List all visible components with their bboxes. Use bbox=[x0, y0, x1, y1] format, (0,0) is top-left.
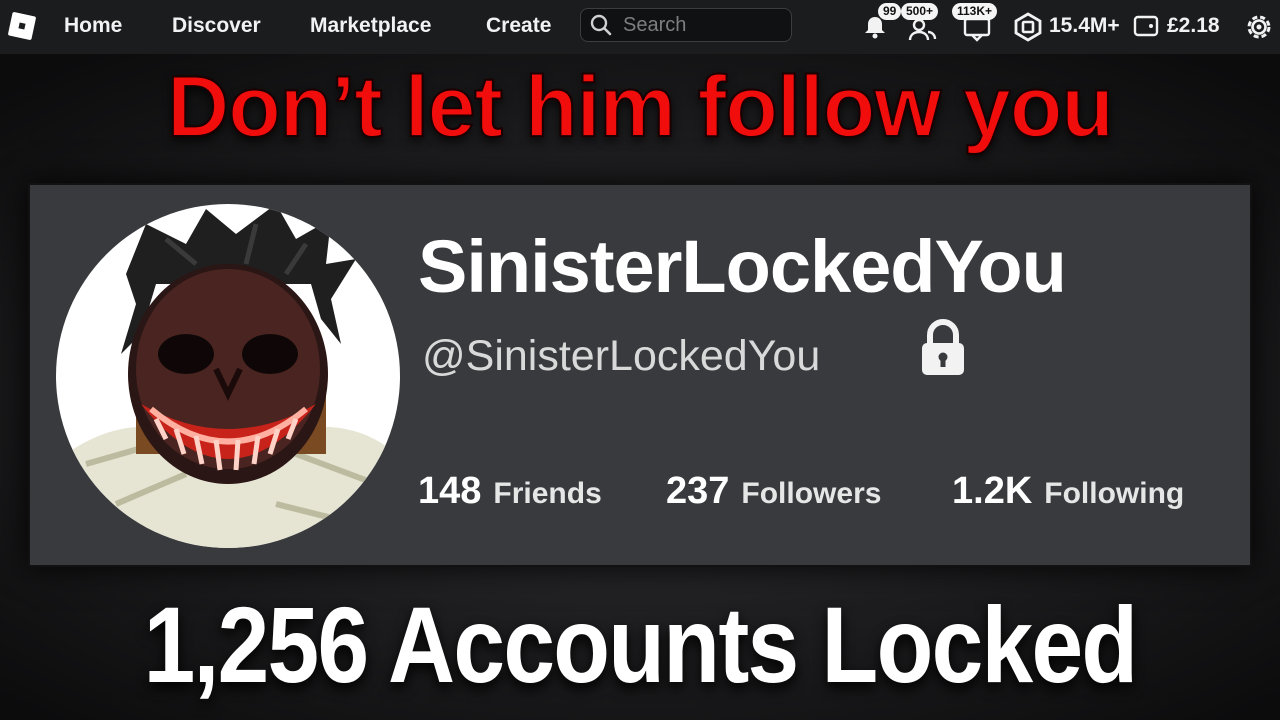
stat-friends-label: Friends bbox=[493, 477, 602, 510]
nav-create[interactable]: Create bbox=[486, 14, 551, 38]
profile-display-name: SinisterLockedYou bbox=[418, 225, 1067, 308]
search-input[interactable] bbox=[621, 12, 785, 38]
stat-followers[interactable]: 237 Followers bbox=[666, 470, 881, 513]
stat-friends-value: 148 bbox=[418, 470, 482, 512]
stat-following[interactable]: 1.2K Following bbox=[952, 470, 1184, 513]
avatar[interactable] bbox=[56, 204, 400, 548]
top-navbar: Home Discover Marketplace Create 99 500+… bbox=[0, 0, 1280, 54]
robux-amount[interactable]: 15.4M+ bbox=[1049, 14, 1120, 38]
wallet-icon[interactable] bbox=[1133, 14, 1159, 38]
stat-following-label: Following bbox=[1044, 477, 1185, 510]
gear-icon[interactable] bbox=[1243, 11, 1275, 43]
stat-followers-value: 237 bbox=[666, 470, 730, 512]
messages-badge: 113K+ bbox=[952, 3, 998, 20]
stat-friends[interactable]: 148 Friends bbox=[418, 470, 602, 513]
wallet-balance[interactable]: £2.18 bbox=[1167, 14, 1220, 38]
friends-icon[interactable] bbox=[908, 18, 938, 42]
nav-home[interactable]: Home bbox=[64, 14, 122, 38]
roblox-logo-icon[interactable] bbox=[7, 11, 37, 41]
stat-followers-label: Followers bbox=[741, 477, 882, 510]
search-icon bbox=[590, 14, 612, 36]
search-box[interactable] bbox=[580, 8, 792, 42]
friends-badge: 500+ bbox=[901, 3, 939, 20]
avatar-image bbox=[56, 204, 400, 548]
notifications-badge: 99 bbox=[878, 3, 902, 20]
bottom-caption: 1,256 Accounts Locked bbox=[143, 584, 1139, 705]
robux-icon[interactable] bbox=[1013, 12, 1043, 42]
stat-following-value: 1.2K bbox=[952, 470, 1033, 512]
nav-marketplace[interactable]: Marketplace bbox=[310, 14, 431, 38]
lock-icon bbox=[922, 319, 964, 375]
headline-title: Don’t let him follow you bbox=[166, 58, 1115, 156]
nav-discover[interactable]: Discover bbox=[172, 14, 261, 38]
profile-username: @SinisterLockedYou bbox=[422, 332, 821, 380]
